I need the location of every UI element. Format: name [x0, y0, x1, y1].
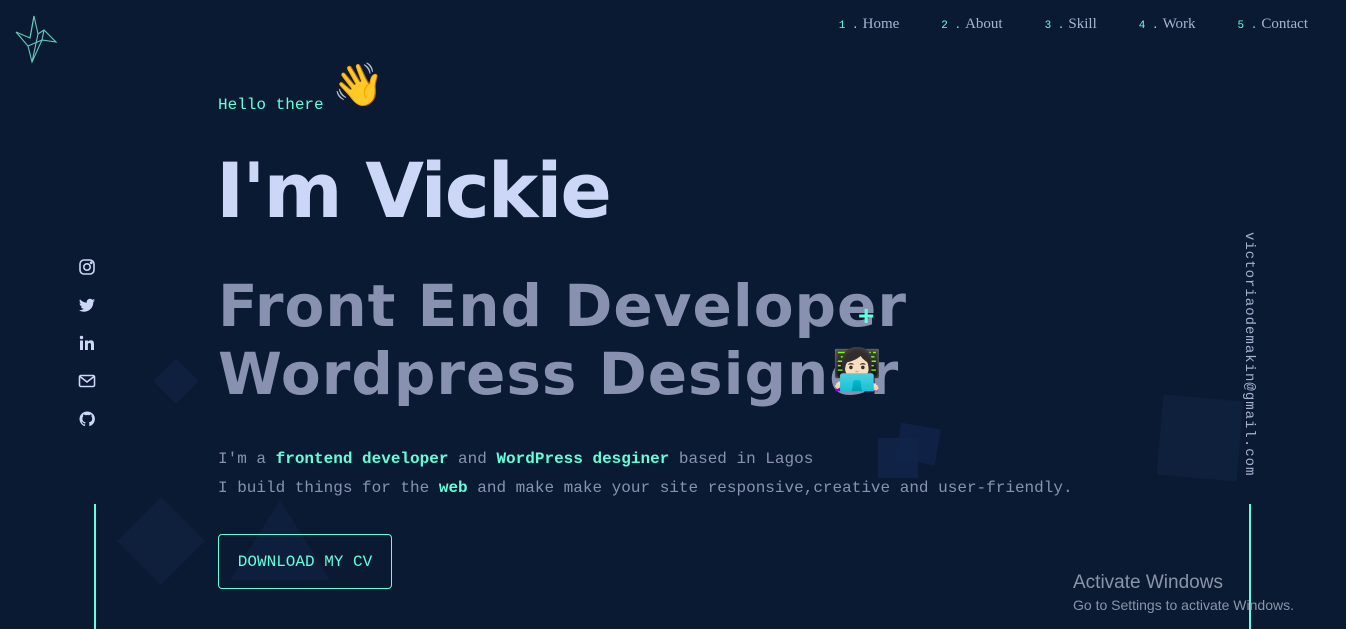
- nav-number: 1 .: [838, 20, 859, 32]
- hero-role-line2: Wordpress Designer: [218, 340, 900, 408]
- nav-item-contact[interactable]: 5 . Contact: [1238, 16, 1308, 33]
- waving-hand-icon: 👋: [332, 61, 385, 108]
- left-accent-line: [94, 504, 96, 629]
- desc-highlight: WordPress desginer: [496, 450, 670, 468]
- nav-label: About: [965, 16, 1003, 32]
- instagram-icon[interactable]: [78, 258, 96, 276]
- desc-highlight: frontend developer: [275, 450, 449, 468]
- desc-highlight: web: [438, 479, 468, 497]
- nav-number: 3 .: [1044, 20, 1065, 32]
- nav-item-skill[interactable]: 3 . Skill: [1045, 16, 1097, 33]
- bg-square-shape: [895, 422, 941, 466]
- nav-number: 4 .: [1138, 20, 1159, 32]
- woman-technologist-icon: 👩🏻‍💻: [832, 348, 882, 392]
- hero-role-line1: Front End Developer: [218, 272, 908, 340]
- desc-text: based in Lagos: [669, 450, 814, 468]
- desc-text: and: [448, 450, 497, 468]
- linkedin-icon[interactable]: [78, 334, 96, 352]
- nav-label: Work: [1162, 16, 1196, 32]
- nav-number: 5 .: [1237, 20, 1258, 32]
- logo-crane-icon[interactable]: [14, 14, 58, 66]
- social-links: [78, 258, 96, 428]
- bg-diamond-shape: [153, 358, 199, 404]
- bg-square-shape: [1156, 394, 1244, 482]
- hero-description-line2: I build things for the web and make make…: [218, 479, 1073, 497]
- hero-name: I'm Vickie: [216, 146, 612, 235]
- github-icon[interactable]: [78, 410, 96, 428]
- nav-item-about[interactable]: 2 . About: [941, 16, 1002, 33]
- bg-diamond-shape: [117, 497, 205, 585]
- email-link[interactable]: victoriaodemakin@gmail.com: [1241, 232, 1257, 476]
- windows-activation-title: Activate Windows: [1073, 572, 1223, 593]
- nav-item-work[interactable]: 4 . Work: [1139, 16, 1196, 33]
- desc-text: I'm a: [218, 450, 276, 468]
- nav-label: Contact: [1261, 16, 1308, 32]
- mail-icon[interactable]: [78, 372, 96, 390]
- desc-text: I build things for the: [218, 479, 439, 497]
- twitter-icon[interactable]: [78, 296, 96, 314]
- plus-icon: +: [858, 300, 875, 331]
- windows-activation-subtitle: Go to Settings to activate Windows.: [1073, 597, 1294, 613]
- download-cv-button[interactable]: DOWNLOAD MY CV: [218, 534, 392, 589]
- nav-label: Home: [862, 16, 900, 32]
- nav-item-home[interactable]: 1 . Home: [839, 16, 899, 33]
- hero-description-line1: I'm a frontend developer and WordPress d…: [218, 450, 813, 468]
- desc-text: and make make your site responsive,creat…: [467, 479, 1073, 497]
- nav-label: Skill: [1068, 16, 1097, 32]
- greeting-text: Hello there: [218, 96, 324, 114]
- main-nav: 1 . Home 2 . About 3 . Skill 4 . Work 5 …: [797, 16, 1308, 33]
- nav-number: 2 .: [941, 20, 962, 32]
